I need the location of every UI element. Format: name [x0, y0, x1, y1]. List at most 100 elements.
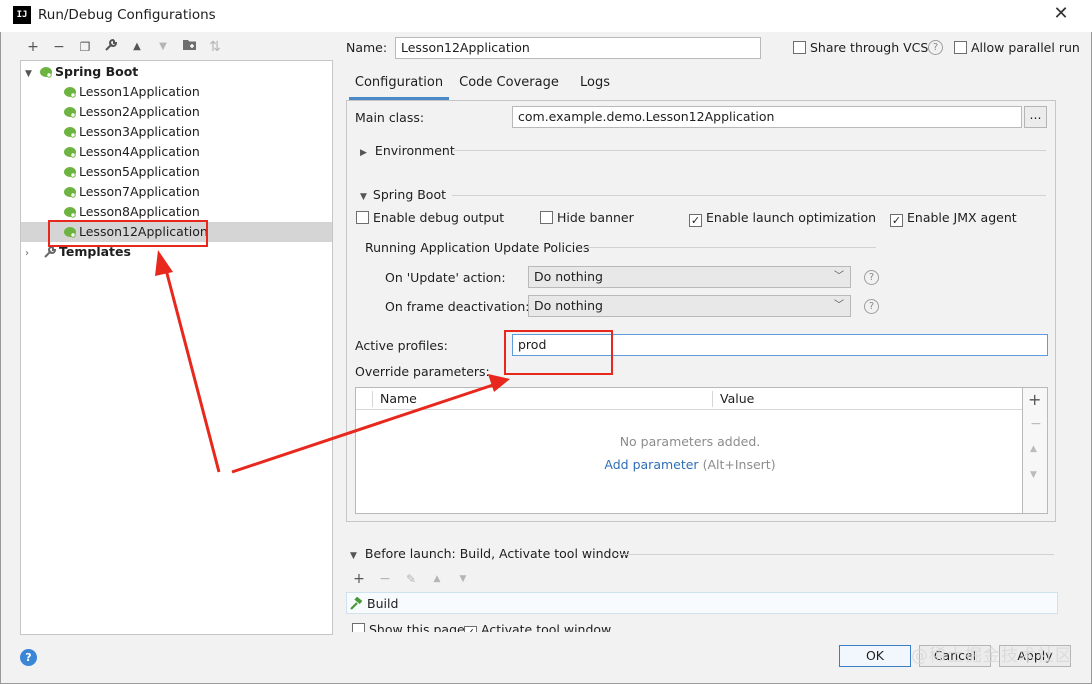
remove-icon[interactable]: −	[376, 570, 394, 588]
update-policies-label: Running Application Update Policies	[365, 240, 590, 255]
active-profiles-label: Active profiles:	[355, 338, 448, 353]
tree-node-spring-boot[interactable]: ▼ Spring Boot	[21, 62, 332, 82]
share-vcs-checkbox[interactable]: Share through VCS	[793, 40, 928, 55]
before-launch-section[interactable]: ▼ Before launch: Build, Activate tool win…	[350, 546, 629, 561]
update-action-select[interactable]: Do nothing ﹀	[528, 266, 851, 288]
tree-item-config[interactable]: Lesson4Application	[21, 142, 332, 162]
before-launch-task-list[interactable]	[346, 592, 1058, 614]
move-up-icon[interactable]: ▲	[128, 38, 146, 56]
add-icon[interactable]: +	[350, 570, 368, 588]
spring-boot-section[interactable]: ▼ Spring Boot	[360, 187, 446, 202]
before-launch-label: Before launch: Build, Activate tool wind…	[364, 546, 630, 561]
ok-button[interactable]: OK	[839, 645, 911, 667]
tree-item-config[interactable]: Lesson3Application	[21, 122, 332, 142]
frame-deactivation-select[interactable]: Do nothing ﹀	[528, 295, 851, 317]
chevron-down-icon: ﹀	[834, 271, 844, 282]
before-launch-task[interactable]: Build	[349, 596, 398, 613]
add-icon[interactable]: +	[24, 38, 42, 56]
annotation-box-active-profiles	[504, 330, 613, 375]
share-vcs-box[interactable]	[793, 41, 806, 54]
enable-launch-optimization-box[interactable]: ✓	[689, 214, 702, 227]
enable-jmx-agent-box[interactable]: ✓	[890, 214, 903, 227]
frame-deactivation-value: Do nothing	[534, 298, 603, 313]
environment-section[interactable]: ▶ Environment	[360, 143, 455, 158]
spring-boot-icon	[63, 204, 77, 218]
copy-icon[interactable]: ❐	[76, 38, 94, 56]
allow-parallel-box[interactable]	[954, 41, 967, 54]
tree-item-label: Lesson8Application	[79, 204, 200, 219]
tree-item-label: Lesson4Application	[79, 144, 200, 159]
name-input[interactable]: Lesson12Application	[395, 37, 761, 59]
chevron-down-icon: ﹀	[834, 300, 844, 311]
show-page-checkbox[interactable]: Show this page	[352, 622, 465, 632]
activate-tool-window-checkbox[interactable]: ✓ Activate tool window	[464, 622, 611, 632]
show-page-box[interactable]	[352, 623, 365, 632]
update-action-label: On 'Update' action:	[385, 270, 506, 285]
hammer-icon	[349, 596, 363, 613]
allow-parallel-checkbox[interactable]: Allow parallel run	[954, 40, 1080, 55]
update-policies-divider	[582, 247, 876, 248]
environment-divider	[454, 150, 1046, 151]
folder-icon[interactable]	[180, 38, 198, 56]
move-down-icon[interactable]: ▼	[154, 38, 172, 56]
column-header-name[interactable]: Name	[380, 391, 417, 406]
enable-debug-output-checkbox[interactable]: Enable debug output	[356, 210, 504, 225]
before-launch-options: Show this page ✓ Activate tool window	[346, 622, 1058, 632]
sort-icon[interactable]: ⇅	[206, 38, 224, 56]
tab-configuration[interactable]: Configuration	[349, 70, 449, 100]
tree-item-config[interactable]: Lesson2Application	[21, 102, 332, 122]
configuration-tree[interactable]: ▼ Spring Boot Lesson1Application Lesson2Ap…	[20, 60, 333, 635]
show-page-label: Show this page	[369, 622, 465, 632]
table-side-toolbar: + − ▲ ▼	[1023, 387, 1048, 514]
tree-item-label: Lesson3Application	[79, 124, 200, 139]
override-parameters-table[interactable]: Name Value No parameters added. Add para…	[355, 387, 1023, 514]
tree-item-label: Lesson2Application	[79, 104, 200, 119]
move-down-icon[interactable]: ▼	[454, 570, 472, 588]
main-class-input[interactable]: com.example.demo.Lesson12Application	[512, 106, 1022, 128]
add-icon[interactable]: +	[1028, 390, 1041, 409]
remove-icon[interactable]: −	[50, 38, 68, 56]
tree-item-config[interactable]: Lesson8Application	[21, 202, 332, 222]
spring-boot-icon	[63, 164, 77, 178]
edit-icon[interactable]: ✎	[402, 570, 420, 588]
add-parameter-link[interactable]: Add parameter	[604, 457, 698, 472]
activate-tool-window-box[interactable]: ✓	[464, 626, 477, 632]
move-up-icon[interactable]: ▲	[1030, 444, 1037, 454]
enable-debug-output-box[interactable]	[356, 211, 369, 224]
enable-jmx-agent-checkbox[interactable]: ✓ Enable JMX agent	[890, 210, 1017, 227]
chevron-right-icon[interactable]: ›	[25, 244, 43, 264]
chevron-down-icon[interactable]: ▼	[25, 64, 39, 84]
tab-logs[interactable]: Logs	[572, 70, 618, 100]
tree-item-config[interactable]: Lesson7Application	[21, 182, 332, 202]
wrench-icon[interactable]	[102, 38, 120, 56]
enable-launch-optimization-checkbox[interactable]: ✓ Enable launch optimization	[689, 210, 876, 227]
close-icon[interactable]: ✕	[1050, 3, 1072, 25]
help-icon[interactable]: ?	[864, 270, 879, 285]
activate-tool-window-label: Activate tool window	[481, 622, 612, 632]
browse-main-class-button[interactable]: ...	[1024, 106, 1047, 128]
override-parameters-label: Override parameters:	[355, 364, 490, 379]
chevron-down-icon: ▼	[350, 551, 357, 561]
spring-boot-icon	[63, 84, 77, 98]
table-column-divider	[712, 391, 713, 407]
move-up-icon[interactable]: ▲	[428, 570, 446, 588]
help-icon[interactable]: ?	[20, 649, 37, 666]
tree-item-config[interactable]: Lesson5Application	[21, 162, 332, 182]
tree-item-label: Lesson1Application	[79, 84, 200, 99]
hide-banner-box[interactable]	[540, 211, 553, 224]
spring-boot-icon	[63, 124, 77, 138]
move-down-icon[interactable]: ▼	[1030, 470, 1037, 480]
help-icon[interactable]: ?	[928, 40, 943, 55]
tab-code-coverage[interactable]: Code Coverage	[458, 70, 560, 100]
column-header-value[interactable]: Value	[720, 391, 754, 406]
spring-boot-section-label: Spring Boot	[372, 187, 447, 202]
chevron-right-icon: ▶	[360, 148, 367, 158]
help-icon[interactable]: ?	[864, 299, 879, 314]
enable-jmx-agent-label: Enable JMX agent	[907, 210, 1017, 225]
tree-item-label: Lesson5Application	[79, 164, 200, 179]
spring-boot-divider	[452, 195, 1046, 196]
tree-item-config[interactable]: Lesson1Application	[21, 82, 332, 102]
remove-icon[interactable]: −	[1030, 416, 1042, 432]
hide-banner-checkbox[interactable]: Hide banner	[540, 210, 634, 225]
hide-banner-label: Hide banner	[557, 210, 634, 225]
